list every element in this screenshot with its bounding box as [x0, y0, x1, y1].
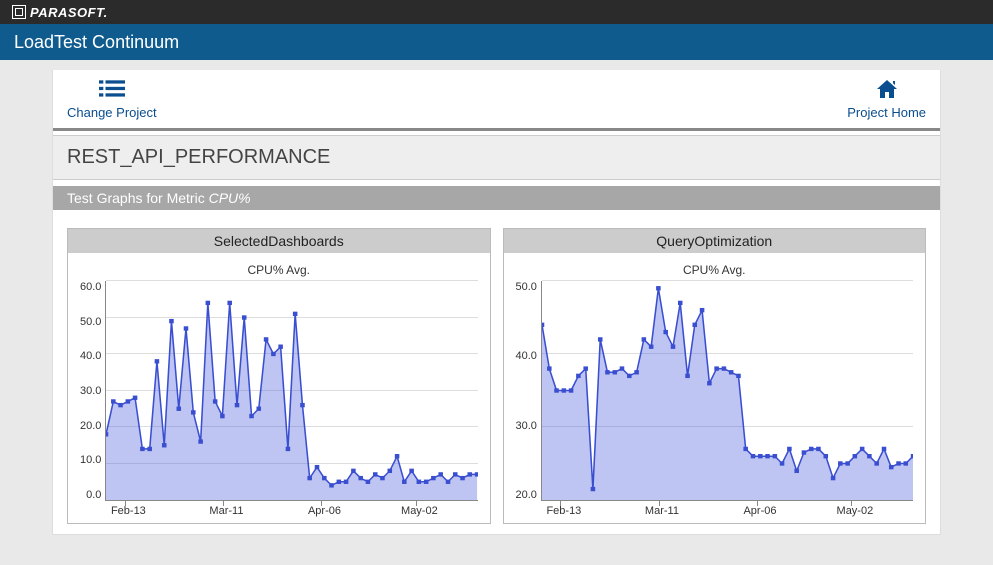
brand-text: PARASOFT. — [30, 5, 108, 20]
project-home-label: Project Home — [847, 105, 926, 120]
nav-bar: Change Project Project Home — [53, 70, 940, 131]
chart-series — [542, 281, 913, 500]
brand-logo: PARASOFT. — [12, 5, 108, 20]
chart-card: SelectedDashboards CPU% Avg. 60.0 50.0 40.0 3… — [67, 228, 491, 524]
x-tick-label: Apr-06 — [743, 505, 776, 517]
project-title: REST_API_PERFORMANCE — [53, 135, 940, 180]
chart-name: SelectedDashboards — [68, 229, 490, 253]
chart-title: CPU% Avg. — [516, 263, 914, 277]
y-tick-label: 0.0 — [86, 489, 101, 501]
section-header: Test Graphs for Metric CPU% — [53, 186, 940, 210]
x-tick-label: Mar-11 — [209, 505, 243, 517]
section-metric: CPU% — [209, 190, 251, 206]
x-tick-label: Apr-06 — [308, 505, 341, 517]
y-tick-label: 40.0 — [80, 350, 101, 362]
y-tick-label: 50.0 — [516, 281, 537, 293]
x-axis: Feb-13 Mar-11 Apr-06 May-02 — [114, 501, 478, 517]
chart-series — [106, 281, 477, 500]
section-prefix: Test Graphs for Metric — [67, 190, 209, 206]
plot-area — [105, 281, 477, 501]
top-bar: PARASOFT. — [0, 0, 993, 24]
y-tick-label: 20.0 — [516, 489, 537, 501]
plot-area — [541, 281, 913, 501]
chart-card: QueryOptimization CPU% Avg. 50.0 40.0 30.0 20… — [503, 228, 927, 524]
y-tick-label: 30.0 — [80, 385, 101, 397]
x-axis: Feb-13Mar-11Apr-06May-02 — [550, 501, 914, 517]
change-project-link[interactable]: Change Project — [67, 78, 157, 120]
change-project-label: Change Project — [67, 105, 157, 120]
y-axis: 50.0 40.0 30.0 20.0 — [516, 281, 541, 501]
list-icon — [99, 78, 125, 103]
home-icon — [874, 78, 900, 103]
x-tick-label: May-02 — [837, 505, 874, 517]
app-title-bar: LoadTest Continuum — [0, 24, 993, 60]
app-title: LoadTest Continuum — [14, 32, 179, 53]
x-tick-label: Feb-13 — [111, 505, 146, 517]
x-tick-label: Mar-11 — [645, 505, 679, 517]
y-tick-label: 40.0 — [516, 350, 537, 362]
y-axis: 60.0 50.0 40.0 30.0 20.0 10.0 0.0 — [80, 281, 105, 501]
x-tick-label: Feb-13 — [546, 505, 581, 517]
y-tick-label: 30.0 — [516, 420, 537, 432]
chart-title: CPU% Avg. — [80, 263, 478, 277]
chart-body: CPU% Avg. 50.0 40.0 30.0 20.0 Feb-13 Mar-11 Apr… — [504, 253, 926, 523]
y-tick-label: 10.0 — [80, 454, 101, 466]
main-panel: Change Project Project Home REST_API_PER… — [52, 70, 941, 535]
y-tick-label: 50.0 — [80, 316, 101, 328]
y-tick-label: 20.0 — [80, 420, 101, 432]
charts-row: SelectedDashboards CPU% Avg. 60.0 50.0 40.0 3… — [53, 210, 940, 534]
y-tick-label: 60.0 — [80, 281, 101, 293]
x-tick-label: May-02 — [401, 505, 438, 517]
chart-body: CPU% Avg. 60.0 50.0 40.0 30.0 20.0 10.0 0.0 Feb-… — [68, 253, 490, 523]
brand-icon — [12, 5, 26, 19]
chart-name: QueryOptimization — [504, 229, 926, 253]
project-home-link[interactable]: Project Home — [847, 78, 926, 120]
